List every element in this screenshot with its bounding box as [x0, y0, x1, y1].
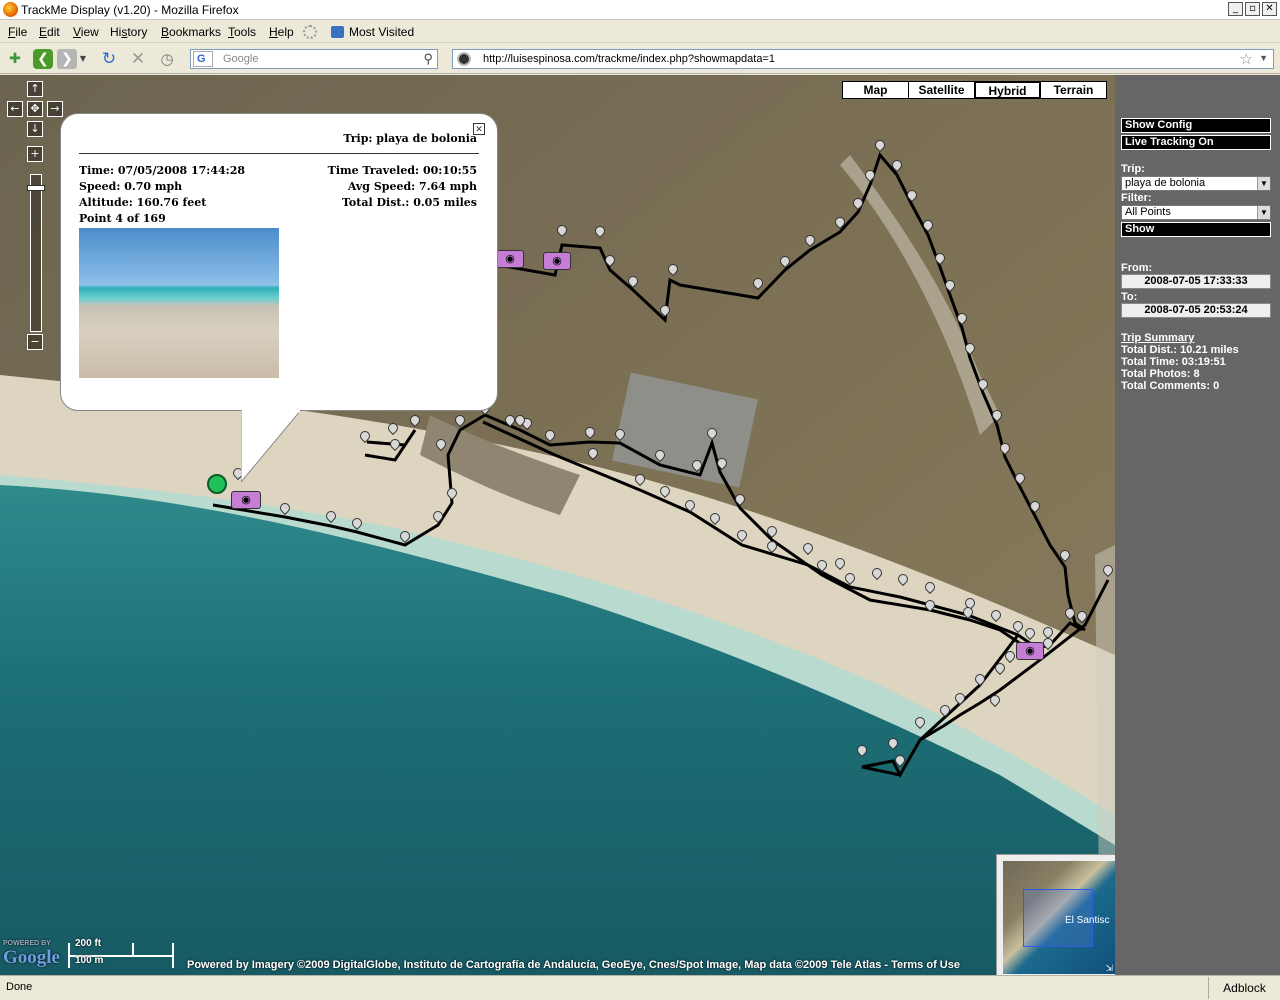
from-label: From:: [1121, 262, 1153, 274]
zoom-in-icon[interactable]: +: [27, 146, 43, 162]
pan-down-icon[interactable]: ↓: [27, 121, 43, 137]
from-date-field[interactable]: 2008-07-05 17:33:33: [1121, 274, 1271, 289]
trip-photo[interactable]: [79, 228, 279, 378]
info-altitude: Altitude: 160.76 feet: [79, 196, 207, 209]
info-point: Point 4 of 169: [79, 212, 166, 225]
maximize-button[interactable]: ▫: [1245, 2, 1260, 16]
map-type-terrain-button[interactable]: Terrain: [1040, 81, 1107, 99]
trip-select-value: playa de bolonia: [1125, 177, 1206, 189]
zoom-slider[interactable]: [27, 174, 45, 332]
info-time: Time: 07/05/2008 17:44:28: [79, 164, 246, 177]
trip-summary-link[interactable]: Trip Summary: [1121, 332, 1194, 344]
powered-by-label: POWERED BY: [3, 940, 51, 947]
info-avg-speed: Avg Speed: 7.64 mph: [347, 180, 477, 193]
show-config-button[interactable]: Show Config: [1121, 118, 1271, 133]
pan-right-icon[interactable]: →: [47, 101, 63, 117]
photo-marker-icon[interactable]: ◉: [231, 491, 261, 509]
back-button[interactable]: ❮: [33, 49, 53, 69]
total-distance: Total Dist.: 10.21 miles: [1121, 344, 1239, 356]
sidebar-panel: Show Config Live Tracking On Trip: playa…: [1115, 75, 1280, 975]
overview-map[interactable]: El Santisc ⇲: [996, 854, 1115, 975]
filter-label: Filter:: [1121, 192, 1152, 204]
google-engine-icon[interactable]: G: [193, 51, 213, 67]
info-time-traveled: Time Traveled: 00:10:55: [327, 164, 477, 177]
total-comments: Total Comments: 0: [1121, 380, 1220, 392]
url-text[interactable]: http://luisespinosa.com/trackme/index.ph…: [483, 53, 775, 65]
map-canvas[interactable]: ◉ ◉ ◉ ◉ Map Satellite Hybrid Terrain ↑ ←…: [0, 75, 1115, 975]
scale-meters: 100 m: [75, 955, 104, 966]
start-marker-icon[interactable]: [207, 474, 227, 494]
zoom-out-icon[interactable]: −: [27, 334, 43, 350]
info-window: ✕ Trip: playa de bolonia Time: 07/05/200…: [60, 113, 498, 483]
overview-label: El Santisc: [1065, 915, 1110, 926]
info-speed: Speed: 0.70 mph: [79, 180, 183, 193]
map-type-hybrid-button[interactable]: Hybrid: [974, 81, 1041, 99]
to-label: To:: [1121, 291, 1138, 303]
photo-marker-icon[interactable]: ◉: [1016, 642, 1044, 660]
scale-bar: 200 ft 100 m: [68, 938, 174, 968]
reload-icon[interactable]: ↻: [99, 49, 119, 69]
firefox-icon: [3, 2, 18, 17]
google-logo[interactable]: Google: [3, 947, 60, 969]
forward-button[interactable]: ❯: [57, 49, 77, 69]
info-trip-name: Trip: playa de bolonia: [343, 132, 477, 145]
menu-help[interactable]: Help: [269, 25, 294, 39]
search-icon[interactable]: ⚲: [423, 51, 433, 67]
status-bar: Done Adblock: [0, 975, 1280, 1000]
navigation-toolbar: ✚ ❮ ❯ ▼ ↻ ✕ ◷ G Google ⚲ http://luisespi…: [0, 44, 1280, 74]
menu-bookmarks[interactable]: Bookmarks: [161, 25, 221, 39]
scale-feet: 200 ft: [75, 938, 102, 949]
live-tracking-button[interactable]: Live Tracking On: [1121, 135, 1271, 150]
url-bar[interactable]: http://luisespinosa.com/trackme/index.ph…: [452, 49, 1274, 69]
map-type-satellite-button[interactable]: Satellite: [908, 81, 975, 99]
home-icon[interactable]: ◷: [157, 49, 177, 69]
menu-view[interactable]: View: [73, 25, 99, 39]
overview-toggle-icon[interactable]: ⇲: [1105, 964, 1113, 974]
total-photos: Total Photos: 8: [1121, 368, 1200, 380]
pan-up-icon[interactable]: ↑: [27, 81, 43, 97]
trip-select[interactable]: playa de bolonia ▼: [1121, 176, 1271, 191]
history-dropdown-icon[interactable]: ▼: [78, 49, 88, 69]
info-window-tail: [241, 410, 302, 483]
photo-marker-icon[interactable]: ◉: [543, 252, 571, 270]
pan-center-icon[interactable]: ✥: [27, 101, 43, 117]
map-type-map-button[interactable]: Map: [842, 81, 909, 99]
url-dropdown-icon[interactable]: ▼: [1259, 53, 1268, 63]
menu-edit[interactable]: Edit: [39, 25, 60, 39]
map-attribution[interactable]: Powered by Imagery ©2009 DigitalGlobe, I…: [187, 959, 960, 971]
info-divider: [79, 153, 479, 154]
chevron-down-icon[interactable]: ▼: [1257, 206, 1270, 219]
most-visited-icon: [331, 26, 344, 38]
pan-left-icon[interactable]: ←: [7, 101, 23, 117]
most-visited-link[interactable]: Most Visited: [349, 25, 414, 39]
adblock-button[interactable]: Adblock: [1208, 977, 1280, 999]
new-tab-icon[interactable]: ✚: [5, 49, 25, 69]
info-total-dist: Total Dist.: 0.05 miles: [342, 196, 477, 209]
status-text: Done: [6, 981, 33, 993]
trip-label: Trip:: [1121, 163, 1145, 175]
chevron-down-icon[interactable]: ▼: [1257, 177, 1270, 190]
throbber-icon: [303, 25, 317, 39]
menu-file[interactable]: File: [8, 25, 27, 39]
photo-marker-icon[interactable]: ◉: [496, 250, 524, 268]
menu-bar: File Edit View History Bookmarks Tools H…: [0, 21, 1280, 43]
minimize-button[interactable]: _: [1228, 2, 1243, 16]
site-favicon-icon: [457, 52, 471, 66]
to-date-field[interactable]: 2008-07-05 20:53:24: [1121, 303, 1271, 318]
window-title: TrackMe Display (v1.20) - Mozilla Firefo…: [21, 3, 239, 17]
show-button[interactable]: Show: [1121, 222, 1271, 237]
filter-select[interactable]: All Points ▼: [1121, 205, 1271, 220]
menu-history[interactable]: History: [110, 25, 147, 39]
close-window-button[interactable]: ✕: [1262, 2, 1277, 16]
search-placeholder: Google: [223, 53, 259, 65]
search-input[interactable]: G Google ⚲: [190, 49, 438, 69]
filter-select-value: All Points: [1125, 206, 1171, 218]
stop-icon[interactable]: ✕: [128, 49, 148, 69]
zoom-slider-handle[interactable]: [27, 185, 45, 191]
window-titlebar: TrackMe Display (v1.20) - Mozilla Firefo…: [0, 0, 1280, 20]
menu-tools[interactable]: Tools: [228, 25, 256, 39]
total-time: Total Time: 03:19:51: [1121, 356, 1226, 368]
bookmark-star-icon[interactable]: ☆: [1240, 50, 1253, 68]
